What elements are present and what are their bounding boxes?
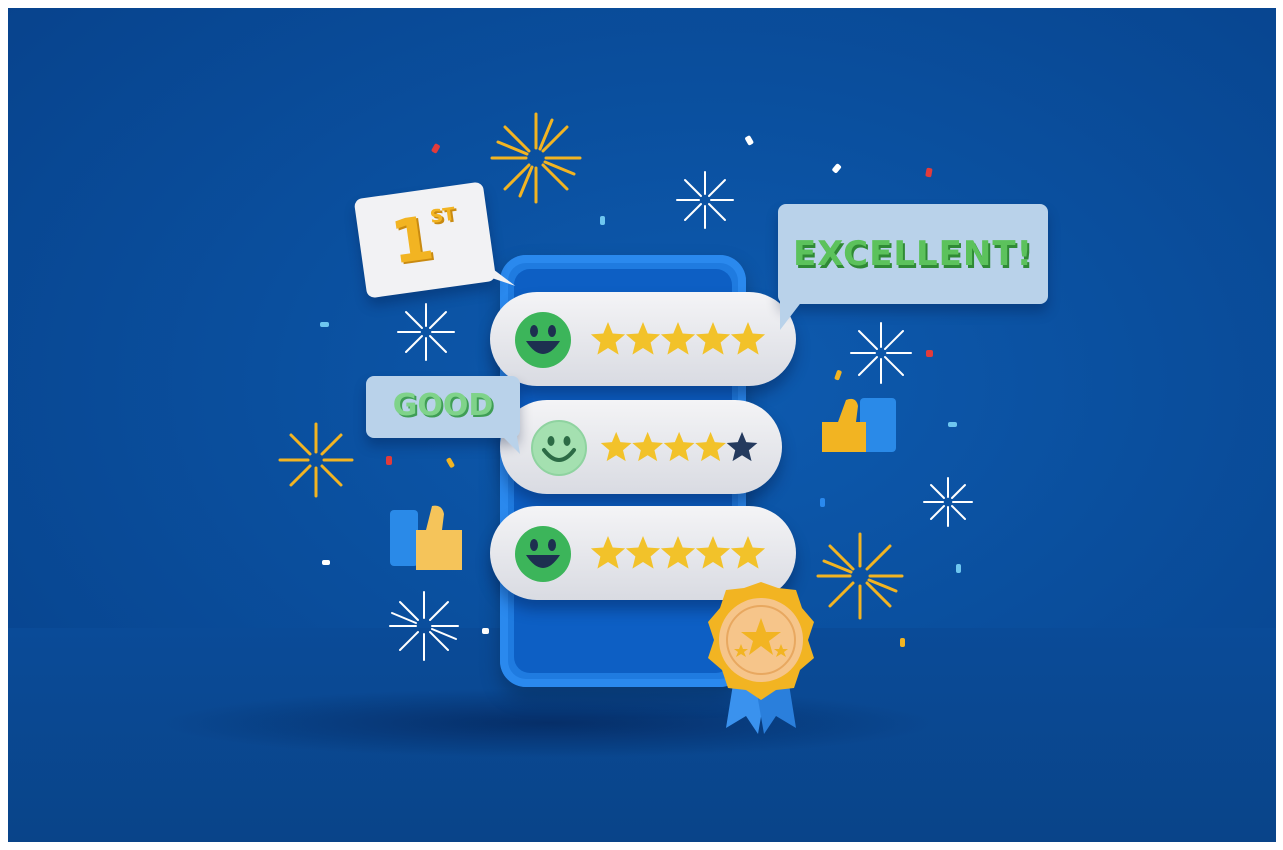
star-empty-icon <box>726 431 758 462</box>
star-filled-icon <box>730 536 766 569</box>
first-place-bubble: 1ST <box>353 181 516 299</box>
excellent-bubble: EXCELLENT! <box>778 204 1048 330</box>
bubble-tail <box>496 430 520 454</box>
thumbs-up-icon <box>390 505 462 570</box>
star-filled-icon <box>600 431 632 462</box>
first-place-suffix: ST <box>428 203 457 228</box>
bubble-tail <box>474 255 516 286</box>
thumbs-up-icon <box>822 398 896 452</box>
good-text: GOOD <box>392 388 494 423</box>
star-filled-icon <box>590 536 626 569</box>
first-place-text: 1ST <box>356 195 494 282</box>
rating-card <box>500 400 782 494</box>
good-bubble: GOOD <box>366 376 520 454</box>
star-filled-icon <box>625 322 661 355</box>
star-filled-icon <box>695 431 726 462</box>
bubble-tail <box>780 296 806 330</box>
award-badge-icon <box>708 582 814 734</box>
rating-card <box>490 292 796 386</box>
star-filled-icon <box>730 322 766 355</box>
star-filled-icon <box>590 322 626 355</box>
star-filled-icon <box>660 536 696 569</box>
star-rating <box>590 536 766 569</box>
smiley-icon <box>531 420 587 476</box>
review-illustration: 1ST EXCELLENT! GOOD <box>8 8 1276 842</box>
smiley-icon <box>515 526 571 582</box>
star-filled-icon <box>663 431 695 462</box>
star-filled-icon <box>660 322 696 355</box>
star-filled-icon <box>695 536 731 569</box>
star-filled-icon <box>695 322 731 355</box>
star-rating <box>600 431 758 462</box>
excellent-text: EXCELLENT! <box>792 234 1034 274</box>
star-filled-icon <box>632 431 664 462</box>
star-rating <box>590 322 766 355</box>
smiley-icon <box>515 312 571 368</box>
star-filled-icon <box>625 536 661 569</box>
